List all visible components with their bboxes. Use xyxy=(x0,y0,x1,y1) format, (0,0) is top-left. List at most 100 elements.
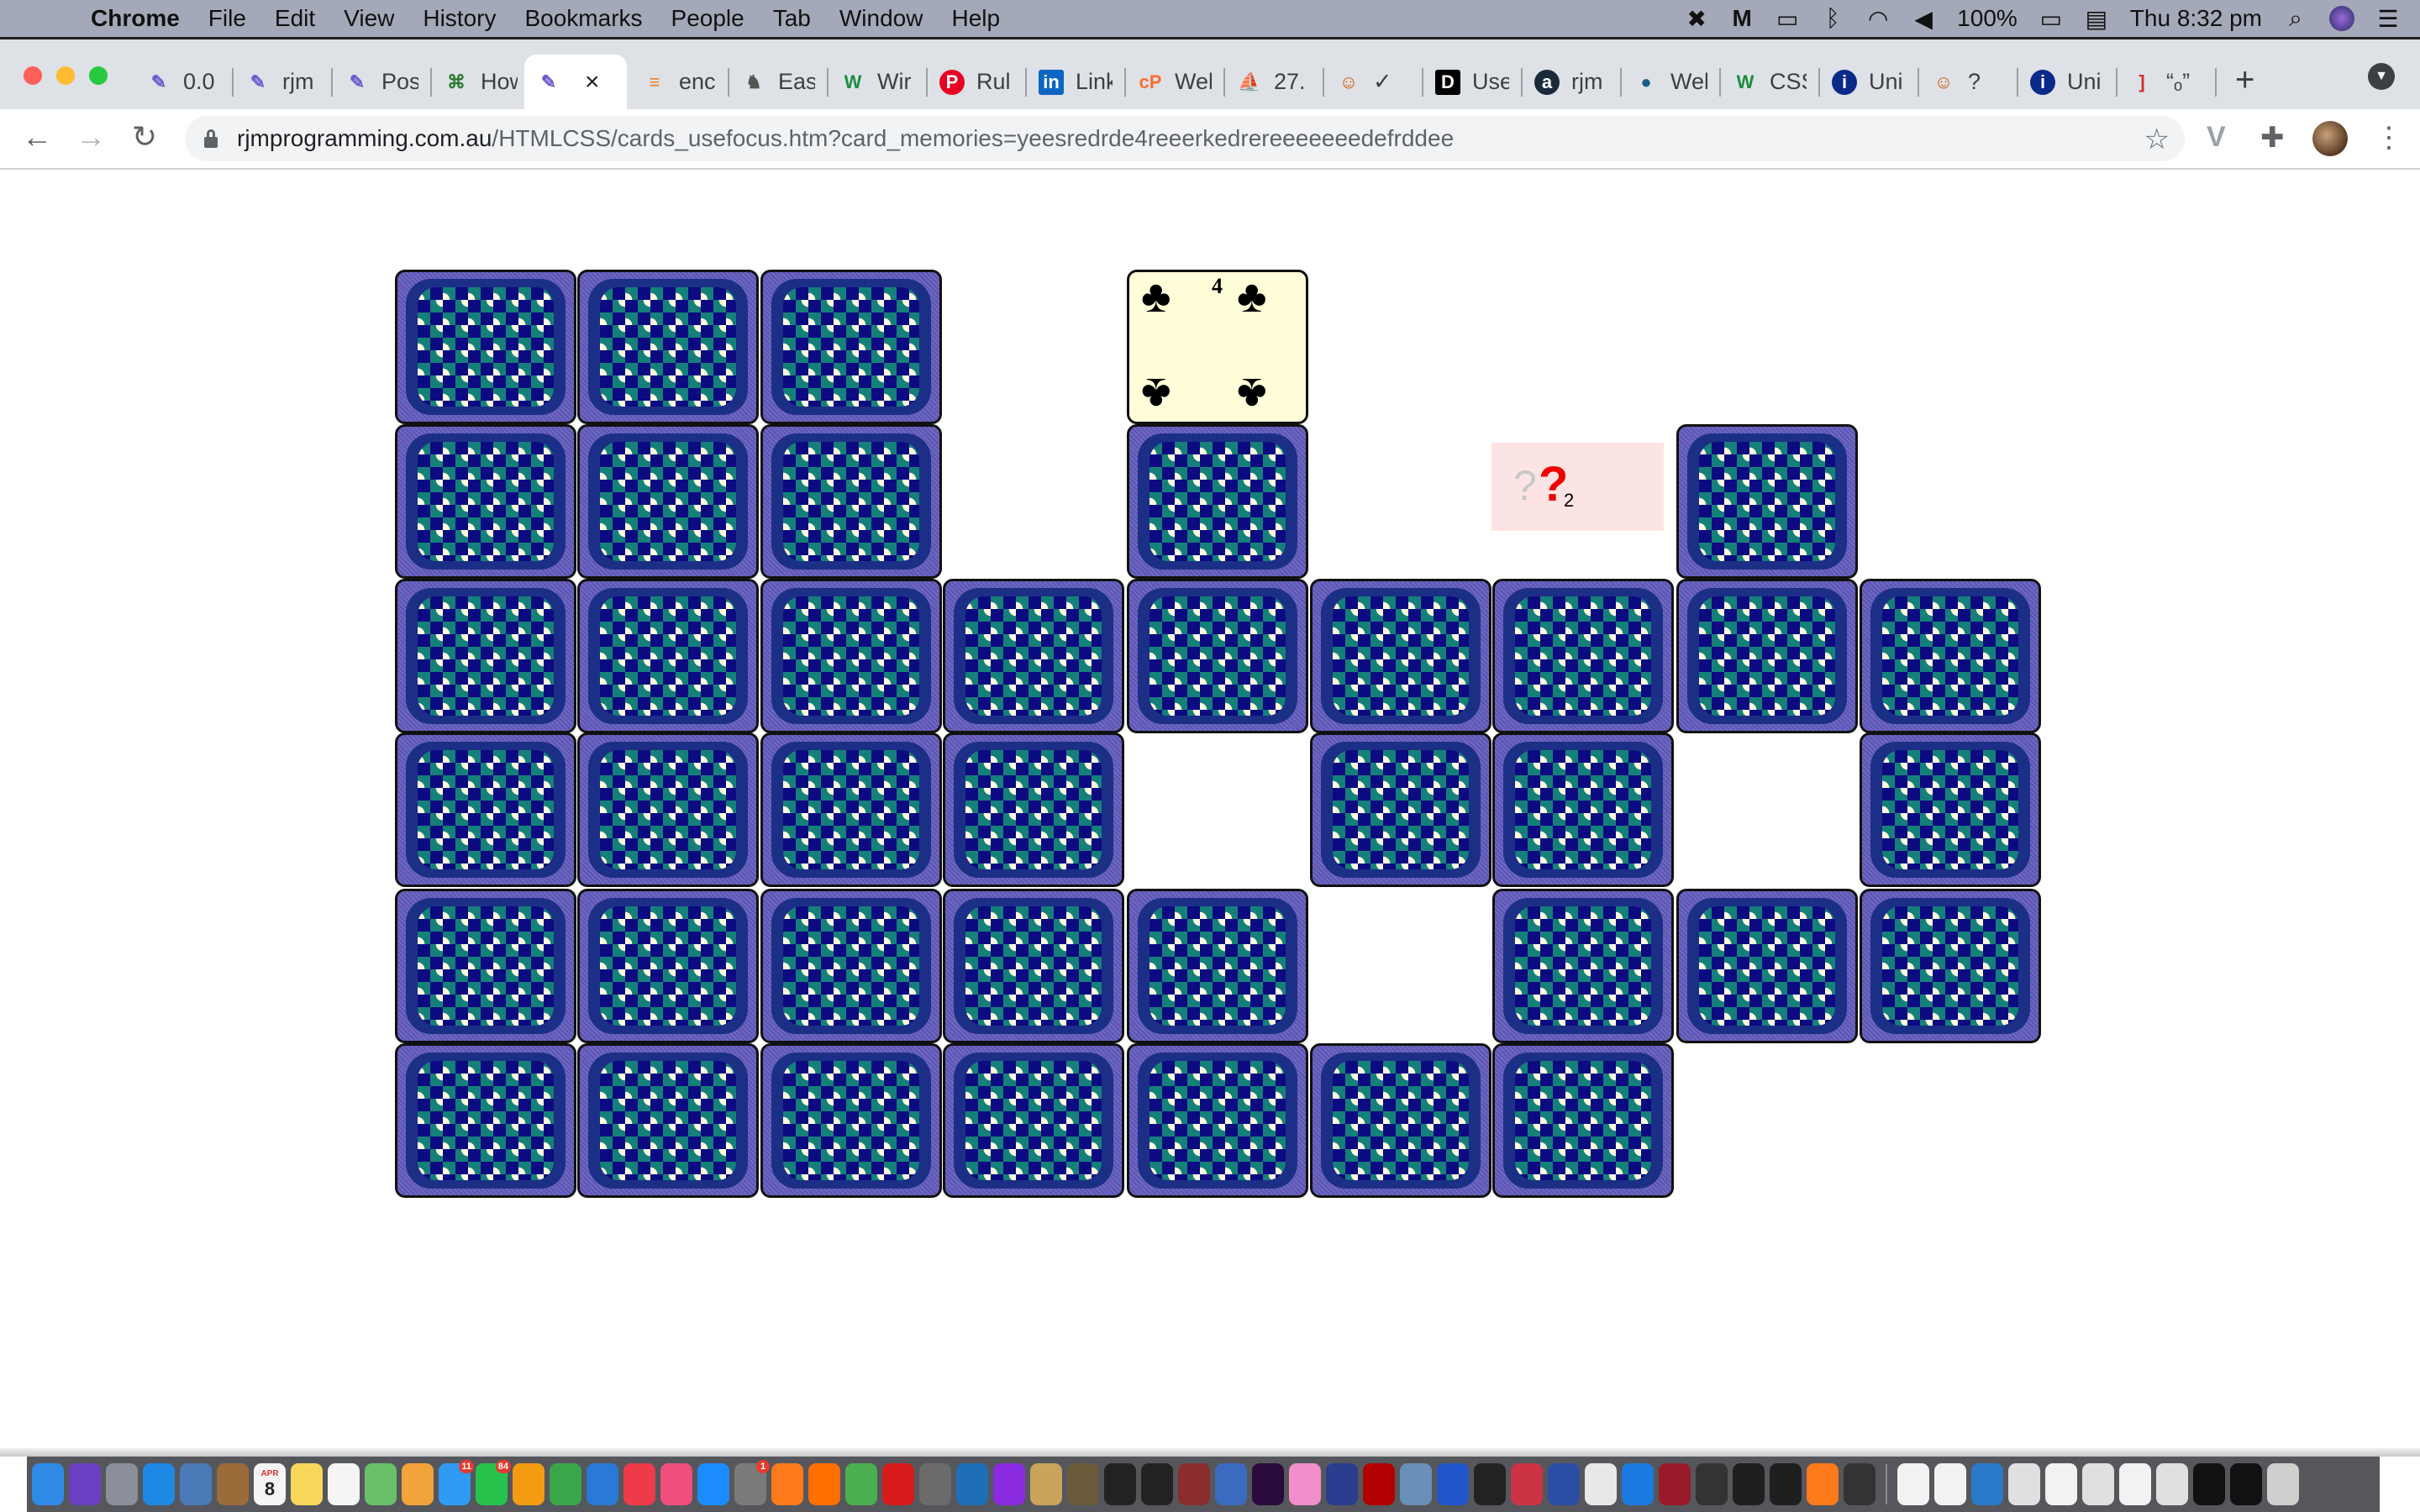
dock-inkscape-icon[interactable] xyxy=(1141,1463,1173,1505)
wifi-icon[interactable]: ◠ xyxy=(1866,5,1890,33)
card-face-down[interactable] xyxy=(577,270,759,424)
avast-icon[interactable]: ✖ xyxy=(1685,5,1708,33)
notification-center-icon[interactable]: ☰ xyxy=(2376,5,2400,33)
tab[interactable]: ☺ ✓ xyxy=(1324,55,1423,109)
reload-icon[interactable]: ↻ xyxy=(126,119,163,155)
spotlight-search-icon[interactable]: ⌕ xyxy=(2284,5,2307,33)
card-face-down[interactable] xyxy=(760,889,942,1043)
dock-doc-2-icon[interactable] xyxy=(1934,1463,1966,1505)
card-face-down[interactable] xyxy=(943,1043,1124,1198)
bluetooth-icon[interactable]: ᛒ xyxy=(1821,5,1844,32)
card-face-down[interactable] xyxy=(1127,579,1308,733)
card-face-down[interactable] xyxy=(395,1043,576,1198)
dock-keynote-icon[interactable] xyxy=(587,1463,618,1505)
dock-sequel-icon[interactable] xyxy=(919,1463,951,1505)
malwarebytes-icon[interactable]: M xyxy=(1730,5,1754,32)
card-face-down[interactable] xyxy=(577,579,759,733)
tab[interactable]: ♞ Eas xyxy=(729,55,829,109)
dock-opera-icon[interactable] xyxy=(882,1463,914,1505)
dock-text-icon[interactable] xyxy=(1971,1463,2003,1505)
tab[interactable]: a rjm xyxy=(1523,55,1622,109)
card-face-down[interactable] xyxy=(1860,889,2041,1043)
dock-photo-booth-icon[interactable] xyxy=(1178,1463,1210,1505)
card-face-down[interactable] xyxy=(577,424,759,579)
card-face-down[interactable] xyxy=(577,889,759,1043)
dock-pages-icon[interactable] xyxy=(513,1463,544,1505)
tab[interactable]: W CSS xyxy=(1721,55,1820,109)
tab[interactable]: ✎ rjm xyxy=(234,55,333,109)
dock-doc-1-icon[interactable] xyxy=(1897,1463,1929,1505)
tab[interactable]: ] “ₒ” xyxy=(2118,55,2217,109)
dock-finder-icon[interactable] xyxy=(32,1463,64,1505)
extensions-puzzle-icon[interactable]: ✚ xyxy=(2260,121,2285,155)
dock-news-icon[interactable] xyxy=(623,1463,655,1505)
dock-affinity-icon[interactable] xyxy=(1511,1463,1543,1505)
dock-console-icon[interactable] xyxy=(1733,1463,1765,1505)
card-face-down[interactable] xyxy=(1860,579,2041,733)
tab[interactable]: ● Wel xyxy=(1622,55,1721,109)
airplay-icon[interactable]: ▭ xyxy=(1776,5,1799,33)
dock-xcode-icon[interactable] xyxy=(1622,1463,1654,1505)
menu-view[interactable]: View xyxy=(344,5,394,32)
screen-icon[interactable]: ▤ xyxy=(2085,5,2108,33)
card-face-down[interactable] xyxy=(1492,732,1674,887)
dock-x11-icon[interactable] xyxy=(1696,1463,1728,1505)
card-face-down[interactable] xyxy=(1860,732,2041,887)
card-face-down[interactable] xyxy=(1492,889,1674,1043)
dock-textedit-icon[interactable] xyxy=(1585,1463,1617,1505)
tab[interactable]: W Wir xyxy=(829,55,928,109)
dock-firefox-dev-icon[interactable] xyxy=(1807,1463,1839,1505)
tab[interactable]: cP Wel xyxy=(1126,55,1225,109)
card-face-down[interactable] xyxy=(1310,1043,1491,1198)
card-face-down[interactable] xyxy=(395,270,576,424)
dock-calendar-icon[interactable]: APR 8 xyxy=(254,1463,286,1505)
dock-wunderlist-icon[interactable] xyxy=(1030,1463,1062,1505)
card-face-down[interactable] xyxy=(1676,579,1858,733)
dock-system-preferences-icon[interactable]: 1 xyxy=(734,1460,770,1505)
new-tab-button[interactable]: + xyxy=(2235,61,2254,99)
dock-notes-icon[interactable] xyxy=(291,1463,323,1505)
dock-r-icon[interactable] xyxy=(1215,1463,1247,1505)
card-face-down[interactable] xyxy=(760,424,942,579)
dock-preview-icon[interactable] xyxy=(180,1463,212,1505)
card-face-down[interactable] xyxy=(1676,424,1858,579)
menu-app-chrome[interactable]: Chrome xyxy=(91,5,180,32)
card-face-down[interactable] xyxy=(1127,1043,1308,1198)
url-text[interactable]: rjmprogramming.com.au/HTMLCSS/cards_usef… xyxy=(237,125,1454,152)
address-bar[interactable]: rjmprogramming.com.au/HTMLCSS/cards_usef… xyxy=(185,116,2185,161)
volume-icon[interactable]: ◀ xyxy=(1912,5,1935,33)
card-face-down[interactable] xyxy=(943,889,1124,1043)
bookmark-star-icon[interactable]: ☆ xyxy=(2144,123,2170,156)
forward-arrow-icon[interactable]: → xyxy=(72,119,109,155)
dock-sketch-icon[interactable] xyxy=(1289,1463,1321,1505)
tab[interactable]: ☺? xyxy=(1919,55,2018,109)
card-face-down[interactable] xyxy=(1676,889,1858,1043)
dock-siri-icon[interactable] xyxy=(69,1463,101,1505)
chrome-menu-icon[interactable]: ⋮ xyxy=(2375,121,2403,155)
card-face-down[interactable] xyxy=(1127,424,1308,579)
dock-gimp-icon[interactable] xyxy=(1067,1463,1099,1505)
dock-facetime-icon[interactable]: 84 xyxy=(476,1460,511,1505)
dock-f-icon[interactable] xyxy=(1474,1463,1506,1505)
card-face-down[interactable] xyxy=(1310,732,1491,887)
card-face-down[interactable] xyxy=(1492,1043,1674,1198)
dock-filezilla-icon[interactable] xyxy=(1363,1463,1395,1505)
tab[interactable]: ⌘ How xyxy=(432,55,531,109)
dock-doc-7-icon[interactable] xyxy=(2156,1463,2188,1505)
lock-icon[interactable] xyxy=(203,129,218,149)
tab[interactable]: ✎ 0.0 xyxy=(134,55,234,109)
dock-photos-icon[interactable] xyxy=(402,1463,434,1505)
vue-extension-icon[interactable]: V xyxy=(2207,121,2226,154)
dock-numbers-icon[interactable] xyxy=(550,1463,581,1505)
tab[interactable]: i Uni xyxy=(2018,55,2118,109)
profile-avatar[interactable] xyxy=(2312,121,2348,156)
battery-icon[interactable]: ▭ xyxy=(2039,5,2063,33)
dock-chrome-icon[interactable] xyxy=(845,1463,877,1505)
card-face-up-4-of-clubs[interactable]: 4 ♣ ♣ ♣ ♣ xyxy=(1127,270,1308,424)
card-face-down[interactable] xyxy=(1492,579,1674,733)
menu-edit[interactable]: Edit xyxy=(275,5,315,32)
card-face-down[interactable] xyxy=(1310,579,1491,733)
menu-file[interactable]: File xyxy=(208,5,246,32)
dock-app-store-icon[interactable] xyxy=(697,1463,729,1505)
card-face-down[interactable] xyxy=(395,424,576,579)
